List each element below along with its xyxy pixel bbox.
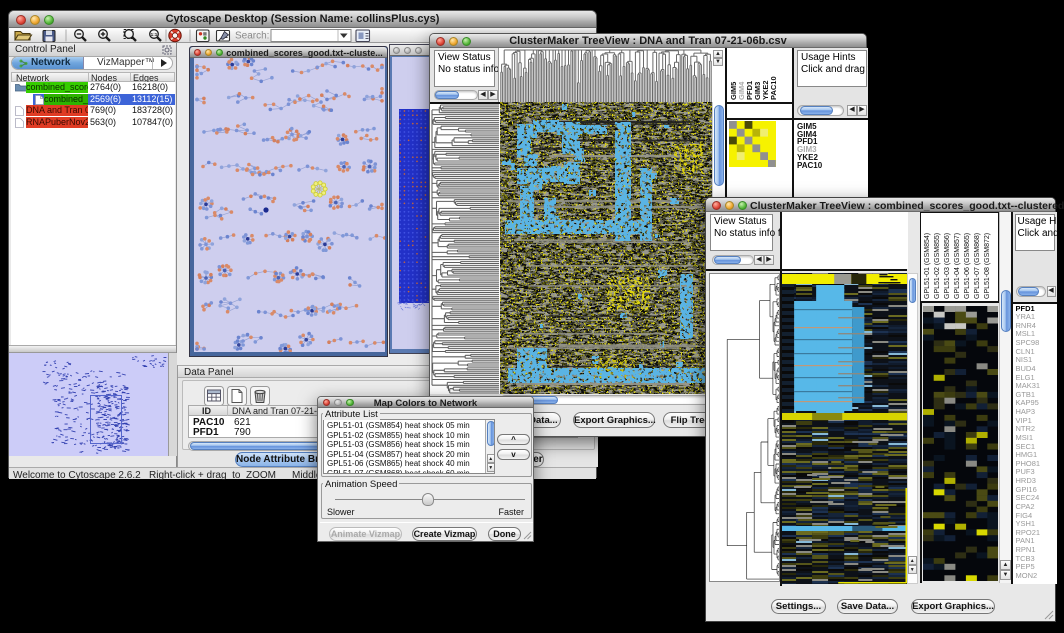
svg-text:1:1: 1:1 <box>151 32 158 37</box>
svg-text:Search:: Search: <box>235 31 269 42</box>
